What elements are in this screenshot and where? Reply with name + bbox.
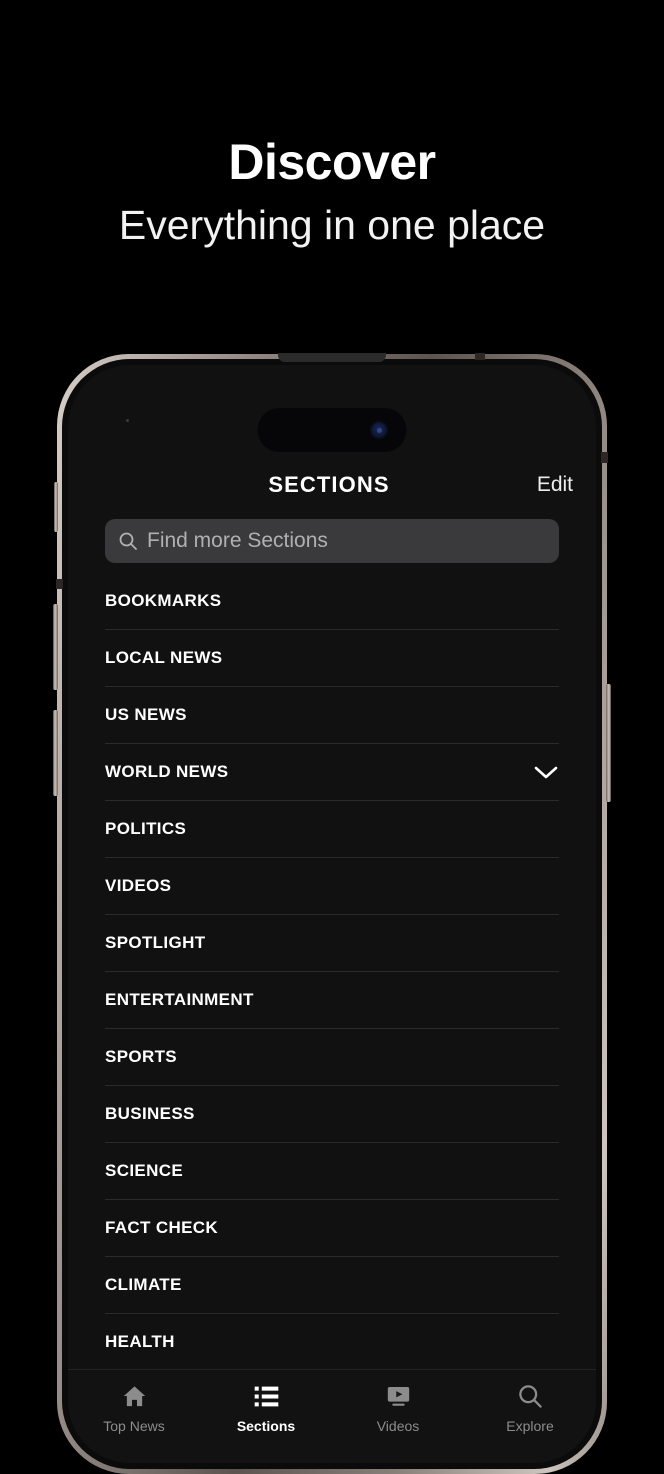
search-icon [518, 1384, 542, 1408]
promo-title: Discover [228, 134, 436, 190]
section-label: SPORTS [105, 1047, 178, 1066]
tab-label: Videos [376, 1418, 420, 1434]
tab-sections[interactable]: Sections [200, 1381, 332, 1463]
bottom-tab-bar[interactable]: Top News Sections Videos Explore [68, 1369, 596, 1463]
section-row[interactable]: SPOTLIGHT [105, 915, 559, 972]
sensor-dot-icon [126, 419, 129, 422]
section-row[interactable]: WORLD NEWS [105, 744, 559, 801]
section-label: VIDEOS [105, 876, 172, 895]
search-bar[interactable] [105, 519, 559, 563]
section-label: FACT CHECK [105, 1218, 219, 1237]
earpiece-speaker [278, 353, 386, 362]
page-title: SECTIONS [268, 472, 390, 497]
section-label: HEALTH [105, 1332, 175, 1351]
tab-icon-wrap [253, 1381, 280, 1411]
section-row[interactable]: POLITICS [105, 801, 559, 858]
tab-icon-wrap [517, 1381, 544, 1411]
section-label: SCIENCE [105, 1161, 184, 1180]
section-label: WORLD NEWS [105, 762, 229, 781]
silent-switch-button[interactable] [54, 482, 58, 532]
section-row[interactable]: ENTERTAINMENT [105, 972, 559, 1029]
section-label: CLIMATE [105, 1275, 182, 1294]
phone-bezel: SECTIONS Edit BOOKMARKS LOCAL NEWS US NEWS… [62, 359, 602, 1469]
section-row[interactable]: SPORTS [105, 1029, 559, 1086]
tab-label: Top News [103, 1418, 165, 1434]
section-row[interactable]: BUSINESS [105, 1086, 559, 1143]
section-label: SPOTLIGHT [105, 933, 206, 952]
tab-icon-wrap [385, 1381, 412, 1411]
tab-top-news[interactable]: Top News [68, 1381, 200, 1463]
search-icon [119, 532, 137, 550]
section-label: ENTERTAINMENT [105, 990, 254, 1009]
promo-header: Discover Everything in one place [0, 0, 664, 249]
front-camera-icon [371, 422, 387, 438]
power-button[interactable] [606, 684, 611, 802]
tab-videos[interactable]: Videos [332, 1381, 464, 1463]
search-input[interactable] [147, 529, 546, 553]
video-icon [387, 1386, 409, 1406]
sections-list[interactable]: BOOKMARKS LOCAL NEWS US NEWS WORLD NEWS POLI… [68, 573, 596, 1369]
section-row[interactable]: HEALTH [105, 1314, 559, 1369]
section-row[interactable]: VIDEOS [105, 858, 559, 915]
section-label: US NEWS [105, 705, 187, 724]
section-row[interactable]: LOCAL NEWS [105, 630, 559, 687]
section-row[interactable]: FACT CHECK [105, 1200, 559, 1257]
section-label: LOCAL NEWS [105, 648, 223, 667]
section-label: BOOKMARKS [105, 591, 222, 610]
search-box[interactable] [105, 519, 559, 563]
section-label: BUSINESS [105, 1104, 195, 1123]
phone-mockup: SECTIONS Edit BOOKMARKS LOCAL NEWS US NEWS… [53, 353, 611, 1474]
antenna-line-top [475, 353, 485, 360]
dynamic-island [257, 408, 407, 452]
volume-up-button[interactable] [53, 604, 58, 690]
tab-label: Explore [506, 1418, 554, 1434]
home-icon [123, 1385, 145, 1406]
antenna-line-right [601, 452, 608, 463]
antenna-line-left [56, 579, 63, 589]
section-row[interactable]: BOOKMARKS [105, 573, 559, 630]
app-header: SECTIONS Edit [68, 463, 596, 507]
list-icon [254, 1386, 278, 1406]
phone-screen: SECTIONS Edit BOOKMARKS LOCAL NEWS US NEWS… [68, 365, 596, 1463]
section-row[interactable]: US NEWS [105, 687, 559, 744]
section-row[interactable]: CLIMATE [105, 1257, 559, 1314]
tab-explore[interactable]: Explore [464, 1381, 596, 1463]
section-row[interactable]: SCIENCE [105, 1143, 559, 1200]
edit-button[interactable]: Edit [537, 463, 573, 507]
tab-label: Sections [236, 1418, 296, 1434]
volume-down-button[interactable] [53, 710, 58, 796]
tab-icon-wrap [121, 1381, 148, 1411]
section-label: POLITICS [105, 819, 187, 838]
chevron-down-icon[interactable] [533, 764, 559, 780]
promo-subtitle: Everything in one place [118, 201, 546, 248]
